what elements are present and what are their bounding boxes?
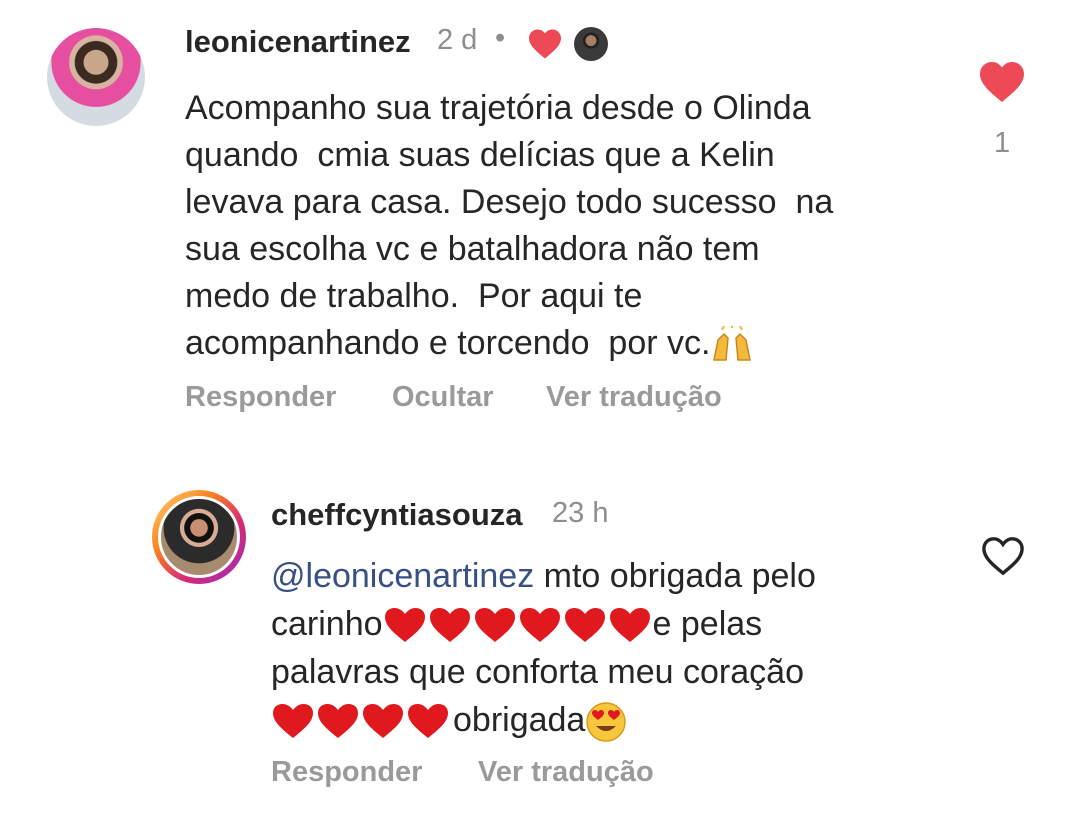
reply-body: @leonicenartinez mto obrigada pelo carin… — [271, 552, 816, 744]
like-heart-outline-icon[interactable] — [980, 535, 1026, 577]
hide-button[interactable]: Ocultar — [392, 381, 494, 414]
separator-dot: • — [495, 22, 506, 54]
hearts-emoji-group — [383, 605, 653, 643]
comment-line: sua escolha vc e batalhadora não tem — [185, 230, 760, 268]
reply-button[interactable]: Responder — [185, 381, 336, 414]
comment-time: 2 d — [437, 24, 478, 56]
reply-username[interactable]: cheffcyntiasouza — [271, 497, 523, 533]
mention-link[interactable]: @leonicenartinez — [271, 557, 534, 595]
creator-avatar — [574, 27, 608, 61]
like-heart-icon[interactable] — [978, 60, 1026, 104]
comment-line: levava para casa. Desejo todo sucesso na — [185, 183, 834, 221]
comment-line: Acompanho sua trajetória desde o Olinda — [185, 89, 811, 127]
praising-hands-emoji — [713, 326, 752, 361]
see-translation-button[interactable]: Ver tradução — [478, 756, 654, 789]
avatar[interactable] — [47, 28, 145, 126]
reply-text: palavras que conforta meu coração — [271, 653, 804, 691]
reply-text: obrigada — [453, 701, 586, 739]
comment-line: quando cmia suas delícias que a Kelin — [185, 136, 775, 174]
reply-button[interactable]: Responder — [271, 756, 422, 789]
creator-liked-heart-icon — [529, 29, 561, 59]
reply-time: 23 h — [552, 497, 609, 529]
avatar — [158, 496, 240, 578]
reply-text: e pelas — [652, 605, 763, 643]
like-count[interactable]: 1 — [994, 127, 1010, 160]
hearts-emoji-group — [271, 701, 453, 739]
heart-emoji — [384, 608, 650, 643]
comment-line: medo de trabalho. Por aqui te — [185, 277, 643, 315]
avatar-with-story-ring[interactable] — [152, 490, 246, 584]
comment-body: Acompanho sua trajetória desde o Olinda … — [185, 85, 833, 367]
see-translation-button[interactable]: Ver tradução — [546, 381, 722, 414]
heart-emoji — [273, 704, 448, 739]
comment-username[interactable]: leonicenartinez — [185, 24, 411, 60]
reply-text: mto obrigada pelo — [534, 557, 816, 595]
comment-line: acompanhando e torcendo por vc. — [185, 324, 711, 362]
reply-text: carinho — [271, 605, 383, 643]
heart-eyes-emoji — [586, 702, 627, 742]
